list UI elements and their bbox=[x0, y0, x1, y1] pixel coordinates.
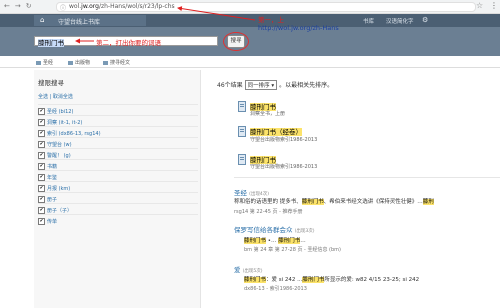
arrow-to-url bbox=[177, 6, 256, 21]
annotation-arrows bbox=[75, 6, 256, 44]
